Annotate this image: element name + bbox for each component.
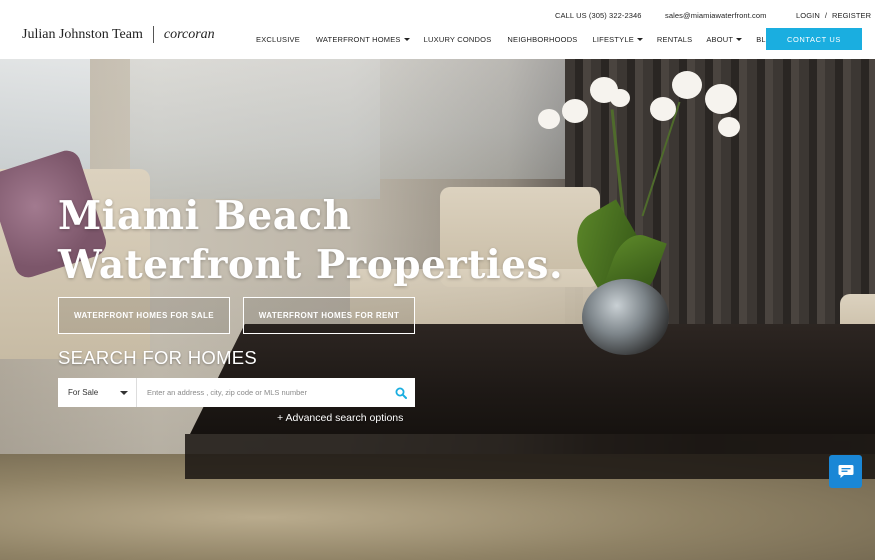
nav-item-rentals[interactable]: RENTALS (657, 35, 692, 44)
nav-item-neighborhoods[interactable]: NEIGHBORHOODS (507, 35, 577, 44)
search-input[interactable] (137, 378, 387, 407)
homes-for-rent-button[interactable]: WATERFRONT HOMES FOR RENT (243, 297, 415, 334)
listing-type-value: For Sale (68, 388, 99, 397)
orchid-flower (705, 84, 737, 114)
orchid-flower (610, 89, 630, 107)
homes-for-sale-button[interactable]: WATERFRONT HOMES FOR SALE (58, 297, 230, 334)
chat-bubble-icon (838, 465, 853, 478)
phone-link[interactable]: CALL US (305) 322-2346 (555, 11, 642, 20)
hero-title-line-2: Waterfront Properties. (58, 242, 564, 288)
orchid-flower (718, 117, 740, 137)
nav-item-label: NEIGHBORHOODS (507, 35, 578, 44)
nav-item-label: LUXURY CONDOS (423, 35, 492, 44)
logo-brand-name: corcoran (163, 26, 215, 42)
main-nav: EXCLUSIVE WATERFRONT HOMES LUXURY CONDOS… (256, 35, 778, 44)
hero-title: Miami Beach Waterfront Properties. (58, 192, 563, 290)
auth-links: LOGIN / REGISTER (796, 11, 871, 20)
email-link[interactable]: sales@miamiawaterfront.com (665, 11, 767, 20)
nav-item-about[interactable]: ABOUT (706, 35, 743, 44)
nav-item-luxury-condos[interactable]: LUXURY CONDOS (424, 35, 492, 44)
caret-down-icon (736, 38, 743, 41)
nav-item-label: WATERFRONT HOMES (315, 35, 401, 44)
logo-team-name: Julian Johnston Team (22, 26, 143, 42)
search-icon[interactable] (387, 378, 415, 407)
login-link[interactable]: LOGIN (796, 11, 820, 20)
nav-item-label: ABOUT (706, 35, 734, 44)
register-link[interactable]: REGISTER (832, 11, 871, 20)
search-title: SEARCH FOR HOMES (58, 347, 258, 368)
nav-item-label: EXCLUSIVE (256, 35, 300, 44)
nav-item-lifestyle[interactable]: LIFESTYLE (593, 35, 643, 44)
orchid-flower (650, 97, 676, 121)
background-vase (582, 279, 669, 355)
nav-item-exclusive[interactable]: EXCLUSIVE (256, 35, 300, 44)
auth-separator: / (824, 11, 828, 20)
nav-item-label: LIFESTYLE (592, 35, 634, 44)
contact-us-button[interactable]: CONTACT US (766, 28, 862, 50)
caret-down-icon (403, 38, 410, 41)
caret-down-icon (120, 390, 128, 395)
hero-title-line-1: Miami Beach (58, 193, 352, 239)
background-table-base (185, 434, 875, 479)
background-window (130, 59, 380, 199)
nav-item-label: RENTALS (656, 35, 693, 44)
orchid-flower (562, 99, 588, 123)
site-logo[interactable]: Julian Johnston Team corcoran (22, 26, 215, 43)
search-form: For Sale (58, 378, 415, 407)
advanced-search-link[interactable]: + Advanced search options (277, 412, 403, 424)
listing-type-select[interactable]: For Sale (58, 378, 137, 407)
chat-button[interactable] (829, 455, 862, 488)
site-header: Julian Johnston Team corcoran CALL US (3… (0, 0, 875, 59)
orchid-flower (538, 109, 560, 129)
caret-down-icon (636, 38, 643, 41)
orchid-flower (672, 71, 702, 99)
hero-section: Miami Beach Waterfront Properties. WATER… (0, 59, 875, 560)
logo-divider (152, 26, 154, 43)
nav-item-waterfront-homes[interactable]: WATERFRONT HOMES (316, 35, 410, 44)
